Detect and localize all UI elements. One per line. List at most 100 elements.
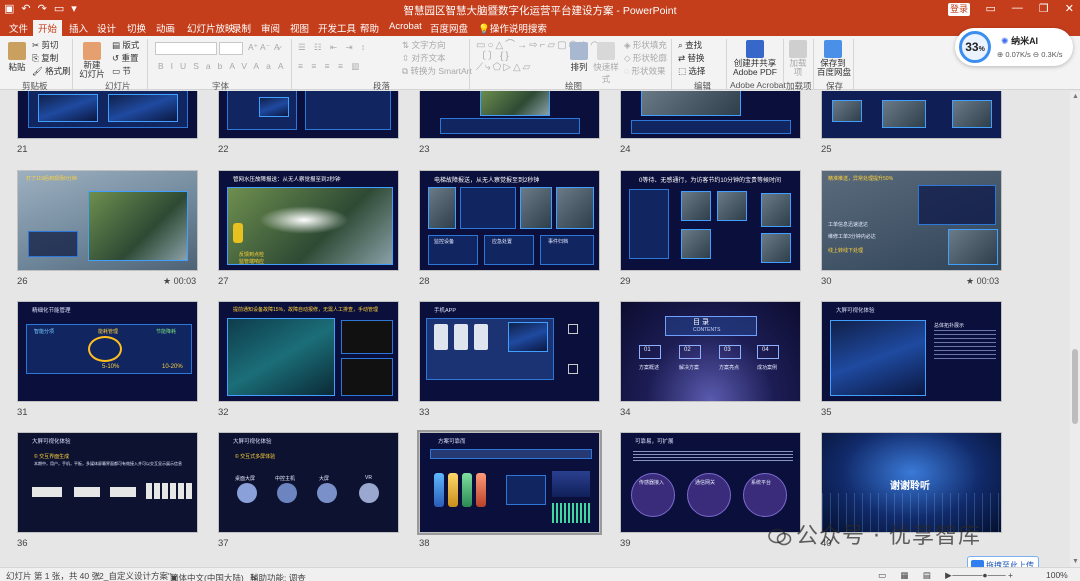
save-netdisk-button[interactable]: 保存到 百度网盘	[817, 40, 851, 77]
tab-home[interactable]: 开始	[33, 20, 63, 36]
zoom-slider[interactable]: − ─────●─── +	[945, 570, 1013, 580]
toc-subtitle: CONTENTS	[693, 327, 721, 333]
separator	[72, 39, 73, 89]
slide-number: 27	[218, 276, 229, 287]
cut-button[interactable]: ✂ 剪切	[32, 39, 59, 51]
reset-button[interactable]: ↺ 重置	[112, 52, 139, 64]
zoom-level[interactable]: 100%	[1046, 570, 1068, 580]
slide-thumbnail[interactable]: 电梯故障报送，从无人察觉报至到2秒钟 监控设备 应急处置 事件归档	[419, 170, 600, 271]
shapes-gallery[interactable]: ▭○△⌒→⇨⌐▱▢⬡☆◠〔〕{}⟋⤷⬠▷△▱	[476, 40, 599, 73]
theme-name: "2_自定义设计方案"	[96, 571, 171, 581]
vertical-scrollbar[interactable]: ▲ ▼	[1070, 91, 1080, 567]
clear-format-icon[interactable]: A̷	[274, 42, 280, 52]
slide-number: 34	[620, 407, 631, 418]
maximize-icon[interactable]: ❐	[1039, 2, 1049, 15]
slide-thumbnail[interactable]: 大屏可视化体验 © 交互界面生成 本期中，用户，手机，平板，多媒体屏幕界面都可有…	[17, 432, 198, 533]
scroll-up-icon[interactable]: ▲	[1072, 93, 1079, 100]
slide-number: 37	[218, 538, 229, 549]
replace-button[interactable]: ⇄ 替换	[678, 52, 705, 64]
tab-animations[interactable]: 动画	[156, 21, 175, 35]
section-button[interactable]: ▭ 节	[112, 65, 131, 77]
align-buttons[interactable]: ≡ ≡ ≡ ≡ ▥	[298, 61, 362, 72]
outline-icon: ◇	[624, 53, 631, 63]
shape-fill-button[interactable]: ◈ 形状填充	[624, 39, 667, 51]
find-button[interactable]: ⌕ 查找	[678, 39, 702, 51]
layout-icon: ▤	[112, 40, 121, 50]
separator	[726, 39, 727, 89]
slide-timing: ★ 00:03	[966, 276, 1000, 286]
list-buttons[interactable]: ☰ ☷ ⇤ ⇥ ↕	[298, 42, 368, 53]
slide-number: 39	[620, 538, 631, 549]
tab-insert[interactable]: 插入	[69, 21, 88, 35]
layout-button[interactable]: ▤ 版式	[112, 39, 139, 51]
tab-developer[interactable]: 开发工具	[318, 21, 356, 35]
slide-thumbnail[interactable]	[620, 91, 801, 139]
addins-icon	[789, 40, 807, 58]
slide-thumbnail[interactable]: 精细化节能管理 智能分项 能耗管理 节能降耗 5-10% 10-20%	[17, 301, 198, 402]
separator	[469, 39, 470, 89]
slide-thumbnail[interactable]: 目 录 CONTENTS 01 02 03 04 方案概述 解决方案 方案亮点 …	[620, 301, 801, 402]
tab-review[interactable]: 审阅	[261, 21, 280, 35]
tab-file[interactable]: 文件	[9, 21, 28, 35]
ribbon-display-icon[interactable]: ▭	[986, 2, 996, 15]
ribbon-tabs: 文件 开始 插入 设计 切换 动画 幻灯片放映 录制 审阅 视图 开发工具 帮助…	[0, 19, 1080, 36]
format-painter-button[interactable]: 🖌 格式刷	[32, 65, 71, 77]
slide-thumbnail[interactable]: 管网水压故障报送：从无人察觉报至到2秒钟 反馈到点检 监管端响应	[218, 170, 399, 271]
watermark-text: 公众号 · 优享智库	[796, 524, 981, 549]
slide-thumbnail[interactable]	[419, 91, 600, 139]
scrollbar-thumb[interactable]	[1072, 349, 1078, 424]
tab-baidu-netdisk[interactable]: 百度网盘	[430, 21, 468, 35]
align-text-button[interactable]: ⇳ 对齐文本	[402, 52, 446, 64]
slide-thumbnail[interactable]: 精准推送，异常处理提升50% 工单信息迅速送达 维修工单3分钟内必达 线上转线下…	[821, 170, 1002, 271]
slide-thumbnail[interactable]	[218, 91, 399, 139]
arrange-button[interactable]: 排列	[568, 42, 590, 73]
font-size-select[interactable]	[219, 42, 243, 55]
new-slide-button[interactable]: 新建 幻灯片	[78, 42, 106, 79]
slide-thumbnail[interactable]: 打了119后到现场0分钟	[17, 170, 198, 271]
slide-thumbnail[interactable]: 大屏可视化体验 总体拓扑展示	[821, 301, 1002, 402]
copy-button[interactable]: ⎘ 复制	[32, 52, 58, 64]
grow-font-icon[interactable]: A⁺ A⁻	[248, 42, 270, 53]
slide-thumbnail[interactable]: 手机APP	[419, 301, 600, 402]
slide-thumbnail-selected[interactable]: 方案可靠而	[417, 430, 602, 535]
search-icon: ⌕	[678, 40, 683, 50]
slide-thumbnail[interactable]: 大屏可视化体验 © 交互式多屏体验 桌面大屏 中控主机 大屏 VR	[218, 432, 399, 533]
tab-slideshow[interactable]: 幻灯片放映	[187, 21, 235, 35]
select-button[interactable]: ⬚ 选择	[678, 65, 705, 77]
scroll-down-icon[interactable]: ▼	[1072, 558, 1079, 565]
ai-name: ✺ 纳米AI	[1001, 36, 1039, 46]
minimize-icon[interactable]: —	[1012, 2, 1023, 15]
tab-record[interactable]: 录制	[232, 21, 251, 35]
login-button[interactable]: 登录	[948, 3, 970, 16]
quick-styles-button[interactable]: 快速样式	[591, 42, 621, 85]
separator	[783, 39, 784, 89]
tab-search[interactable]: 💡操作说明搜索	[478, 21, 547, 35]
smartart-button[interactable]: ⧉ 转换为 SmartArt	[402, 65, 472, 77]
slide-thumbnail[interactable]	[821, 91, 1002, 139]
slide-sorter: 21 22 23 24 25 打了119后到现场0分钟 26 ★ 00:03 管…	[0, 91, 1070, 567]
shape-outline-button[interactable]: ◇ 形状轮廓	[624, 52, 667, 64]
slide-number: 22	[218, 144, 229, 155]
select-icon: ⬚	[678, 66, 687, 76]
tab-transitions[interactable]: 切换	[127, 21, 146, 35]
tab-acrobat[interactable]: Acrobat	[389, 21, 422, 32]
slide-thumbnail[interactable]	[17, 91, 198, 139]
tab-help[interactable]: 帮助	[360, 21, 379, 35]
tab-view[interactable]: 视图	[290, 21, 309, 35]
brush-icon: 🖌	[32, 66, 43, 76]
slide-thumbnail[interactable]: 0等待、无感通行，为访客节约10分钟的宝贵等候时间	[620, 170, 801, 271]
paste-button[interactable]: 粘贴	[6, 42, 28, 73]
font-name-select[interactable]	[155, 42, 217, 55]
font-format-buttons[interactable]: BIUSabAVAaA	[158, 61, 290, 71]
addins-button[interactable]: 加载 项	[787, 40, 809, 77]
tab-design[interactable]: 设计	[97, 21, 116, 35]
separator	[813, 39, 814, 89]
slide-thumbnail[interactable]: 提前通知设备故障15%，故障自动报修，无需人工排查，手动管理	[218, 301, 399, 402]
text-direction-button[interactable]: ⇅ 文字方向	[402, 39, 446, 51]
close-icon[interactable]: ✕	[1065, 2, 1074, 15]
ai-percent-indicator: 33%	[959, 31, 991, 63]
slide-number: 24	[620, 144, 631, 155]
shape-effects-button[interactable]: ◌ 形状效果	[624, 65, 665, 77]
ai-widget[interactable]: 33% ✺ 纳米AI ⊕ 0.07K/s ⊖ 0.3K/s	[955, 28, 1073, 66]
create-pdf-button[interactable]: 创建并共享 Adobe PDF	[732, 40, 778, 77]
